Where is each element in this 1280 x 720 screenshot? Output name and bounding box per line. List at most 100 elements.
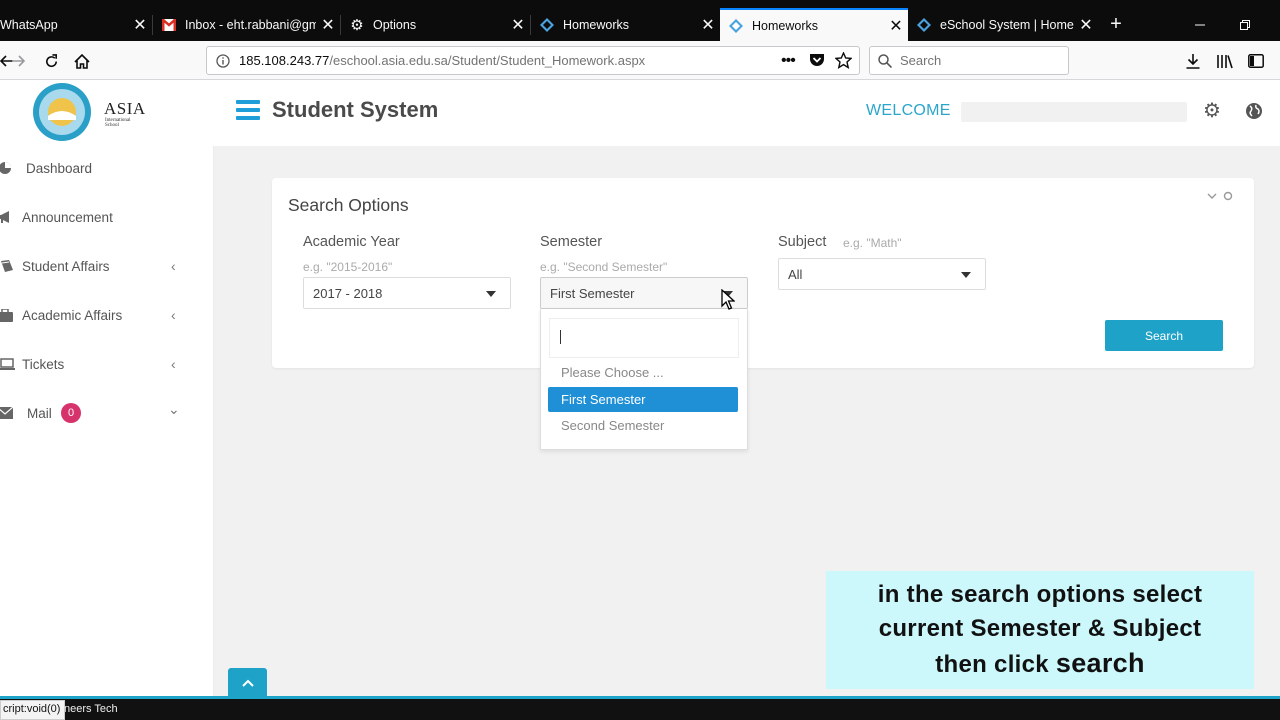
logo-text: ASIA bbox=[104, 99, 146, 118]
info-icon[interactable] bbox=[207, 53, 239, 68]
sidebar-item-dashboard[interactable]: Dashboard bbox=[0, 150, 214, 186]
tab-title: WhatsApp bbox=[0, 17, 58, 32]
page-title: Student System bbox=[272, 97, 439, 122]
tab-bar: WhatsApp ✕ Inbox - eht.rabbani@gm ✕ ⚙ Op… bbox=[0, 8, 1280, 41]
url-path: /eschool.asia.edu.sa/Student/Student_Hom… bbox=[329, 53, 646, 68]
book-icon bbox=[0, 259, 16, 273]
academic-year-select[interactable]: 2017 - 2018 bbox=[303, 277, 511, 309]
forward-button[interactable] bbox=[7, 49, 31, 73]
academic-year-hint: e.g. "2015-2016" bbox=[303, 260, 393, 274]
tab-title: Homeworks bbox=[752, 18, 818, 33]
text-cursor bbox=[560, 330, 561, 344]
reload-button[interactable] bbox=[39, 49, 63, 73]
tab-options[interactable]: ⚙ Options ✕ bbox=[341, 8, 530, 41]
tab-eschool[interactable]: eSchool System | Home ✕ bbox=[908, 8, 1098, 41]
close-icon[interactable]: ✕ bbox=[884, 16, 908, 36]
close-icon[interactable]: ✕ bbox=[1074, 15, 1098, 35]
footer-text: neers Tech bbox=[64, 703, 118, 715]
chevron-left-icon: ‹ bbox=[171, 307, 176, 323]
page-actions-icon[interactable]: ••• bbox=[781, 52, 796, 70]
dropdown-option-selected[interactable]: First Semester bbox=[548, 387, 738, 412]
sidebar-item-announcement[interactable]: Announcement bbox=[0, 199, 214, 235]
minimize-button[interactable] bbox=[1177, 8, 1223, 41]
bullhorn-icon bbox=[0, 210, 14, 224]
tab-title: Inbox - eht.rabbani@gm bbox=[185, 17, 316, 32]
search-button[interactable]: Search bbox=[1105, 320, 1223, 351]
pie-chart-icon bbox=[0, 161, 14, 175]
semester-dropdown-search-input[interactable] bbox=[549, 318, 739, 358]
window-top-strip bbox=[0, 0, 1280, 8]
tab-gmail[interactable]: Inbox - eht.rabbani@gm ✕ bbox=[153, 8, 340, 41]
reload-icon[interactable] bbox=[1223, 191, 1233, 204]
subject-label: Subject bbox=[778, 234, 827, 250]
sidebar-toggle-icon[interactable] bbox=[1244, 49, 1268, 73]
settings-gear-icon[interactable]: ⚙ bbox=[1203, 101, 1221, 121]
download-icon[interactable] bbox=[1181, 49, 1205, 73]
tab-homeworks[interactable]: Homeworks ✕ bbox=[531, 8, 720, 41]
url-host: 185.108.243.77 bbox=[239, 53, 330, 68]
bookmark-star-icon[interactable] bbox=[834, 51, 853, 72]
sidebar-item-student-affairs[interactable]: Student Affairs ‹ bbox=[0, 248, 214, 284]
status-link-preview: cript:void(0) bbox=[0, 700, 66, 720]
collapse-icon[interactable] bbox=[1207, 191, 1217, 204]
sidebar-item-label: Academic Affairs bbox=[22, 307, 123, 323]
home-button[interactable] bbox=[70, 49, 94, 73]
sidebar-item-label: Tickets bbox=[22, 356, 65, 372]
sidebar-item-tickets[interactable]: Tickets ‹ bbox=[0, 346, 214, 382]
pocket-icon[interactable] bbox=[809, 53, 825, 71]
tab-title: eSchool System | Home bbox=[940, 17, 1074, 32]
navigation-toolbar: 185.108.243.77/eschool.asia.edu.sa/Stude… bbox=[0, 41, 1280, 80]
envelope-icon bbox=[0, 407, 14, 419]
briefcase-icon bbox=[0, 308, 14, 322]
search-input[interactable]: Search bbox=[869, 46, 1069, 75]
tab-homeworks-active[interactable]: Homeworks ✕ bbox=[720, 8, 908, 41]
semester-hint: e.g. "Second Semester" bbox=[540, 260, 668, 274]
school-logo[interactable]: ASIA International School bbox=[0, 80, 214, 146]
subject-select[interactable]: All bbox=[778, 258, 986, 290]
sidebar-item-label: Mail bbox=[27, 405, 52, 421]
menu-toggle-icon[interactable] bbox=[236, 100, 260, 122]
search-icon bbox=[870, 53, 900, 68]
chevron-left-icon: ‹ bbox=[171, 258, 176, 274]
gear-icon: ⚙ bbox=[350, 16, 364, 34]
caption-emphasis: search bbox=[1055, 648, 1145, 678]
diamond-icon bbox=[916, 17, 932, 33]
caption-line: then click search bbox=[935, 646, 1145, 682]
caret-down-icon bbox=[486, 291, 496, 297]
select-value: First Semester bbox=[550, 285, 635, 301]
dropdown-option[interactable]: Second Semester bbox=[548, 413, 738, 438]
sidebar-item-label: Student Affairs bbox=[22, 258, 110, 274]
close-icon[interactable]: ✕ bbox=[696, 15, 720, 35]
semester-select[interactable]: First Semester bbox=[540, 277, 748, 309]
caption-line: current Semester & Subject bbox=[878, 615, 1202, 642]
close-icon[interactable]: ✕ bbox=[128, 15, 152, 35]
caption-line: in the search options select bbox=[877, 581, 1203, 608]
tab-whatsapp[interactable]: WhatsApp ✕ bbox=[0, 8, 152, 41]
dropdown-option[interactable]: Please Choose ... bbox=[548, 360, 738, 385]
footer-bar bbox=[0, 699, 1280, 720]
tutorial-caption: in the search options select current Sem… bbox=[826, 571, 1254, 689]
diamond-icon bbox=[728, 18, 744, 34]
sidebar-item-mail[interactable]: Mail 0 ⌄ bbox=[0, 395, 214, 431]
select-value: All bbox=[788, 266, 803, 282]
laptop-icon bbox=[0, 357, 16, 371]
select-value: 2017 - 2018 bbox=[313, 285, 383, 301]
panel-title: Search Options bbox=[288, 195, 409, 215]
mail-count-badge: 0 bbox=[61, 403, 81, 423]
globe-icon[interactable] bbox=[1245, 102, 1263, 125]
close-icon[interactable]: ✕ bbox=[506, 15, 530, 35]
diamond-icon bbox=[539, 17, 555, 33]
semester-label: Semester bbox=[540, 234, 603, 250]
close-icon[interactable]: ✕ bbox=[316, 15, 340, 35]
chevron-left-icon: ‹ bbox=[171, 356, 176, 372]
logo-subtext: International School bbox=[105, 118, 131, 128]
new-tab-button[interactable]: + bbox=[1098, 8, 1134, 41]
scroll-to-top-button[interactable] bbox=[228, 668, 267, 698]
search-placeholder: Search bbox=[900, 53, 942, 68]
url-bar[interactable]: 185.108.243.77/eschool.asia.edu.sa/Stude… bbox=[206, 46, 860, 75]
gmail-icon bbox=[161, 17, 177, 33]
sidebar-item-academic-affairs[interactable]: Academic Affairs ‹ bbox=[0, 297, 214, 333]
restore-button[interactable] bbox=[1222, 8, 1268, 41]
library-icon[interactable] bbox=[1212, 49, 1236, 73]
welcome-label: WELCOME bbox=[866, 102, 951, 119]
